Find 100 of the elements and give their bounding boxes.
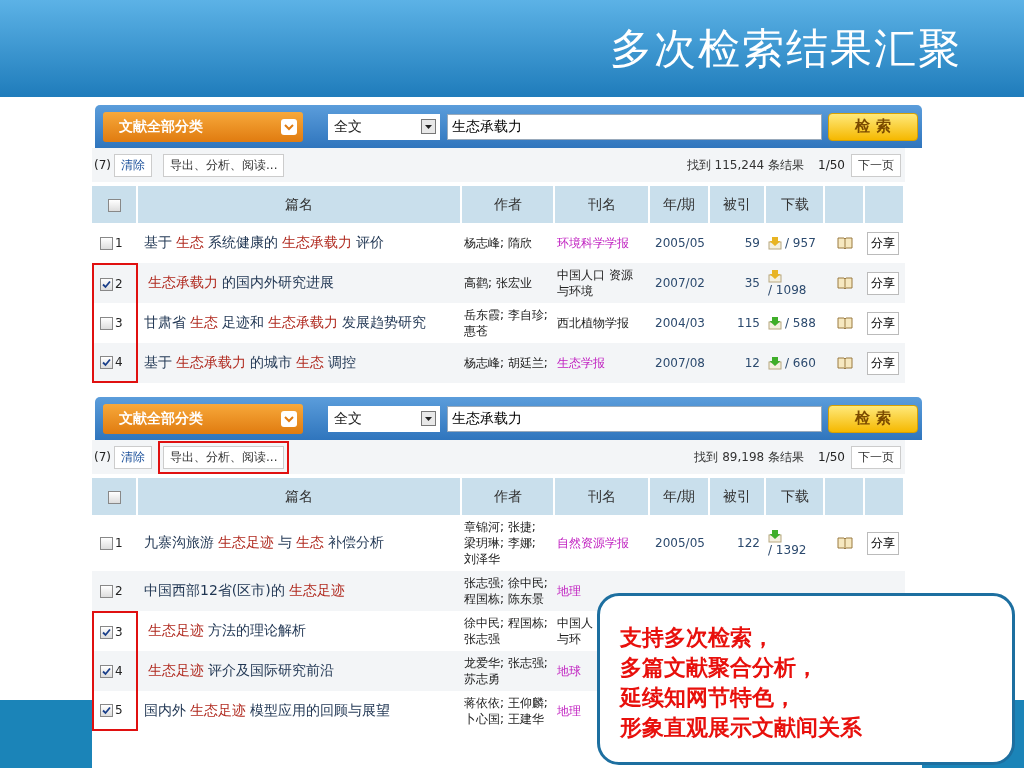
checkbox[interactable] [100,356,113,369]
download-count: / 957 [785,236,816,250]
author-text: 杨志峰; 胡廷兰; [464,356,548,370]
download-count: / 1392 [768,543,807,557]
column-header: 作者 [462,186,555,223]
book-icon[interactable] [837,357,853,369]
row-number: 2 [115,277,123,291]
field-select[interactable]: 全文 [328,405,440,432]
row-number: 1 [115,536,123,550]
issue-text: 2005/05 [655,536,705,550]
title-link[interactable]: 九寨沟旅游 生态足迹 与 生态 补偿分析 [144,534,384,550]
next-page-button[interactable]: 下一页 [851,153,901,177]
journal-name[interactable]: 自然资源学报 [557,535,629,551]
share-button[interactable]: 分享 [867,271,899,295]
column-header: 篇名 [138,478,462,515]
author-text: 章锦河; 张捷; 梁玥琳; 李娜; 刘泽华 [464,520,536,566]
search-button[interactable]: 检 索 [828,112,918,141]
journal-name: 与环境 [557,283,593,299]
checkbox[interactable] [100,585,113,598]
column-header: 下载 [766,186,825,223]
title-link[interactable]: 甘肃省 生态 足迹和 生态承载力 发展趋势研究 [144,314,426,330]
checkbox[interactable] [107,491,121,504]
title-link[interactable]: 生态足迹 方法的理论解析 [144,622,306,638]
issue-text: 2007/08 [655,356,705,370]
citation-count: 35 [744,276,760,290]
clear-button[interactable]: 清除 [114,153,152,177]
column-header: 刊名 [555,478,650,515]
column-header: 作者 [462,478,555,515]
checkbox[interactable] [107,199,121,212]
next-page-button[interactable]: 下一页 [851,445,901,469]
journal-name[interactable]: 地球 [557,663,581,679]
download-icon[interactable] [768,236,782,250]
checkbox[interactable] [100,317,113,330]
issue-text: 2005/05 [655,236,705,250]
checkbox[interactable] [100,665,113,678]
page-indicator: 1/50 [818,158,845,172]
field-select[interactable]: 全文 [328,113,440,140]
checkbox[interactable] [100,704,113,717]
column-header: 被引 [710,186,766,223]
export-button[interactable]: 导出、分析、阅读... [163,153,285,177]
download-icon[interactable] [768,269,782,283]
citation-count: 115 [737,316,760,330]
book-icon[interactable] [837,237,853,249]
issue-text: 2007/02 [655,276,705,290]
column-header: 年/期 [650,478,710,515]
issue-text: 2004/03 [655,316,705,330]
chevron-down-icon [281,118,297,135]
result-count: 找到 89,198 条结果 [694,448,805,466]
row-number: 4 [115,664,123,678]
row-number: 2 [115,584,123,598]
share-button[interactable]: 分享 [867,311,899,335]
author-text: 杨志峰; 隋欣 [464,236,532,250]
citation-count: 122 [737,536,760,550]
row-number: 3 [115,625,123,639]
row-number: 4 [115,355,123,369]
checkbox[interactable] [100,237,113,250]
share-button[interactable]: 分享 [867,531,899,555]
row-number: 1 [115,236,123,250]
author-text: 张志强; 徐中民; 程国栋; 陈东景 [464,576,548,606]
journal-name: 与环 [557,631,581,647]
journal-name: 中国人口 资源 [557,267,633,283]
search-field[interactable]: 生态承载力 [447,405,822,432]
checkbox[interactable] [100,537,113,550]
column-header: 篇名 [138,186,462,223]
book-icon[interactable] [837,277,853,289]
search-button[interactable]: 检 索 [828,404,918,433]
title-link[interactable]: 基于 生态 系统健康的 生态承载力 评价 [144,234,384,250]
download-icon[interactable] [768,529,782,543]
journal-name[interactable]: 地理 [557,583,581,599]
share-button[interactable]: 分享 [867,351,899,375]
export-button[interactable]: 导出、分析、阅读... [163,445,285,469]
download-icon[interactable] [768,356,782,370]
download-icon[interactable] [768,316,782,330]
search-field[interactable]: 生态承载力 [447,113,822,140]
column-header: 刊名 [555,186,650,223]
title-link[interactable]: 国内外 生态足迹 模型应用的回顾与展望 [144,702,390,718]
column-header: 下载 [766,478,825,515]
book-icon[interactable] [837,537,853,549]
column-header: 年/期 [650,186,710,223]
clear-button[interactable]: 清除 [114,445,152,469]
page-indicator: 1/50 [818,450,845,464]
checkbox[interactable] [100,278,113,291]
download-count: / 1098 [768,283,807,297]
row-number: 3 [115,316,123,330]
callout-text: 支持多次检索， 多篇文献聚合分析， 延续知网节特色， 形象直观展示文献间关系 [620,623,863,742]
citation-count: 12 [744,356,760,370]
author-text: 高鹳; 张宏业 [464,276,532,290]
chevron-down-icon [281,410,297,427]
journal-name[interactable]: 地理 [557,703,581,719]
column-header: 被引 [710,478,766,515]
author-text: 蒋依依; 王仰麟; 卜心国; 王建华 [464,696,548,726]
journal-name[interactable]: 环境科学学报 [557,235,629,251]
share-button[interactable]: 分享 [867,231,899,255]
checkbox[interactable] [100,626,113,639]
result-count: 找到 115,244 条结果 [686,156,805,174]
slide-title: 多次检索结果汇聚 [610,22,962,75]
row-number: 5 [115,703,123,717]
book-icon[interactable] [837,317,853,329]
journal-name: 西北植物学报 [557,315,629,331]
author-text: 岳东霞; 李自珍; 惠苍 [464,308,548,338]
